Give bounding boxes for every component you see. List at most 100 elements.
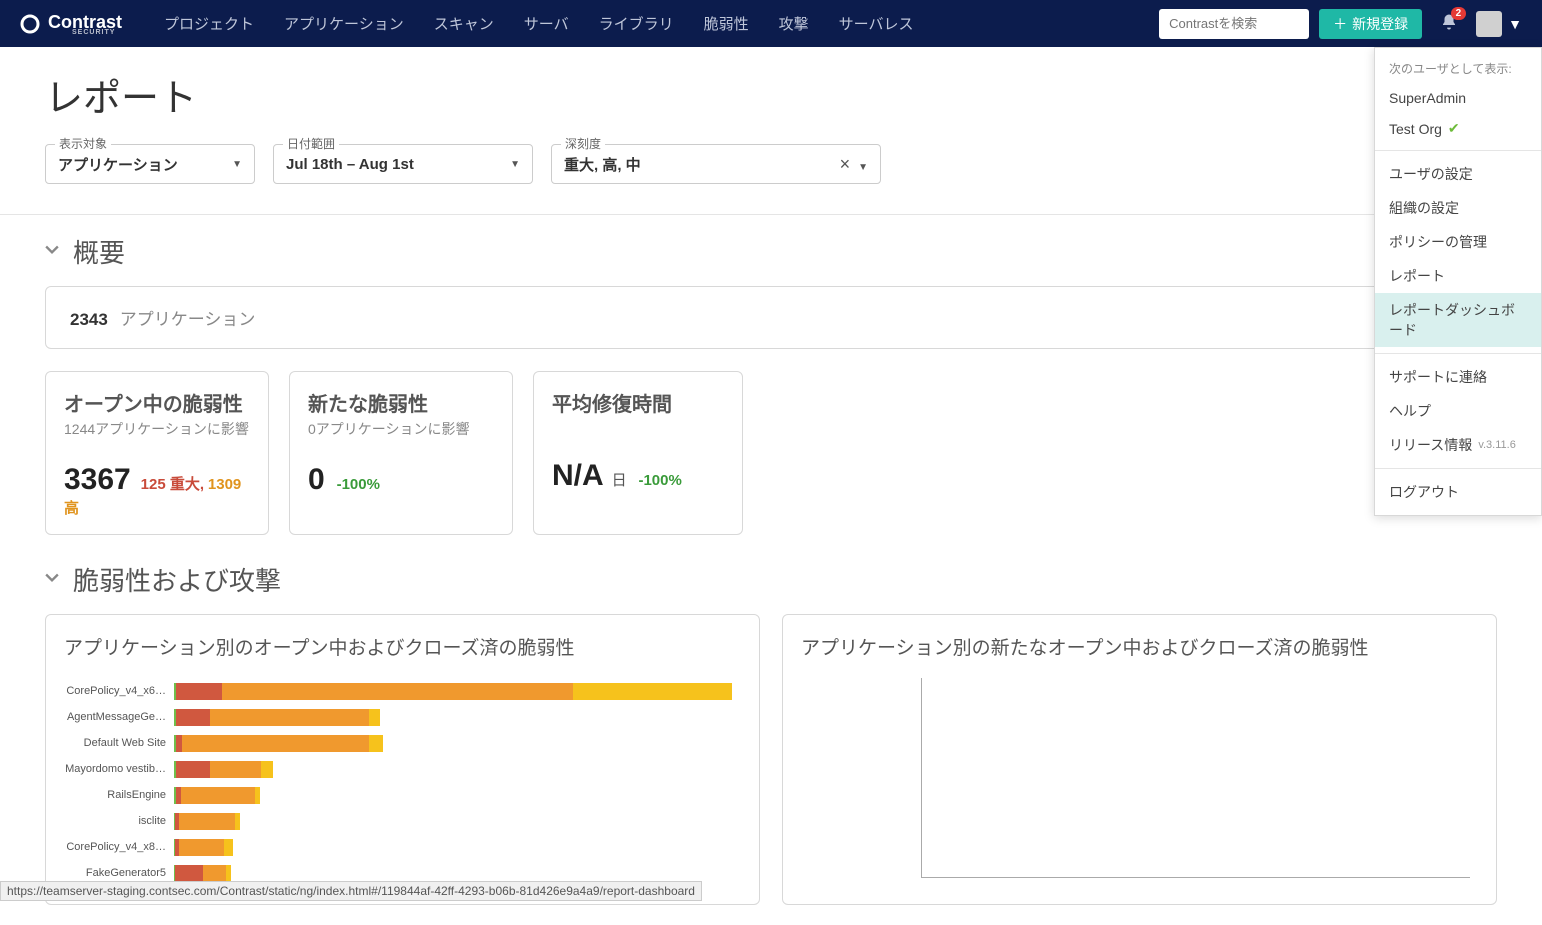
check-icon: ✔ <box>1448 120 1460 137</box>
bar-row: Default Web Site <box>64 730 741 756</box>
card-open-vulns: オープン中の脆弱性 1244アプリケーションに影響 3367 125 重大, 1… <box>45 371 269 535</box>
bar-segment <box>182 735 369 752</box>
card-mttr-big: N/A <box>552 459 604 492</box>
bar-segment <box>176 761 210 778</box>
section-vulns-head: 脆弱性および攻撃 <box>45 561 1497 598</box>
bar-segment <box>573 683 732 700</box>
nav-attacks[interactable]: 攻撃 <box>767 5 821 42</box>
bar-segment <box>179 839 224 856</box>
chart2-empty <box>921 678 1470 878</box>
section-overview-title: 概要 <box>73 233 125 270</box>
bar-label: Default Web Site <box>64 737 174 749</box>
bar-track <box>174 813 741 830</box>
card-open-title: オープン中の脆弱性 <box>64 388 250 417</box>
filter-severity: 深刻度 重大, 高, 中 ×▼ <box>551 144 881 184</box>
search-input[interactable] <box>1159 9 1309 39</box>
bar-row: isclite <box>64 808 741 834</box>
dd-help[interactable]: ヘルプ <box>1375 394 1541 428</box>
page-content: 概要 2343 アプリケーション オープン中の脆弱性 1244アプリケーションに… <box>0 233 1542 925</box>
logo-icon <box>20 14 40 34</box>
filters: 表示対象 アプリケーション ▼ 日付範囲 Jul 18th – Aug 1st … <box>45 144 1497 184</box>
nav-scan[interactable]: スキャン <box>422 5 506 42</box>
chevron-down-icon <box>45 571 59 585</box>
bar-label: AgentMessageGe… <box>64 711 174 723</box>
bar-track <box>174 683 741 700</box>
dd-reports[interactable]: レポート <box>1375 259 1541 293</box>
collapse-toggle[interactable] <box>45 571 59 588</box>
dd-logout[interactable]: ログアウト <box>1375 475 1541 509</box>
new-button[interactable]: ＋新規登録 <box>1319 9 1422 39</box>
bar-segment <box>255 787 261 804</box>
dd-release[interactable]: リリース情報v.3.11.6 <box>1375 428 1541 462</box>
dd-release-label: リリース情報 <box>1389 435 1472 455</box>
card-mttr-pct: -100% <box>638 472 681 489</box>
nav-libraries[interactable]: ライブラリ <box>587 5 686 42</box>
filter-range-value: Jul 18th – Aug 1st <box>286 156 414 173</box>
card-mttr-day: 日 <box>612 472 627 489</box>
bar-row: AgentMessageGe… <box>64 704 741 730</box>
section-vulns-title: 脆弱性および攻撃 <box>73 561 281 598</box>
chart1-title: アプリケーション別のオープン中およびクローズ済の脆弱性 <box>64 633 741 660</box>
bar-segment <box>235 813 240 830</box>
bar-segment <box>226 865 231 882</box>
bar-row: CorePolicy_v4_x6… <box>64 678 741 704</box>
chevron-down-icon: ▼ <box>232 159 242 170</box>
card-open-crit: 125 重大, <box>141 476 204 493</box>
bar-segment <box>179 813 236 830</box>
section-overview-head: 概要 <box>45 233 1497 270</box>
collapse-toggle[interactable] <box>45 243 59 260</box>
bar-label: CorePolicy_v4_x8… <box>64 841 174 853</box>
card-new-vulns: 新たな脆弱性 0アプリケーションに影響 0 -100% <box>289 371 513 535</box>
card-mttr-title: 平均修復時間 <box>552 388 724 417</box>
nav-servers[interactable]: サーバ <box>512 5 581 42</box>
notifications-button[interactable]: 2 <box>1440 13 1458 34</box>
main-nav: プロジェクト アプリケーション スキャン サーバ ライブラリ 脆弱性 攻撃 サー… <box>152 5 926 42</box>
dd-support[interactable]: サポートに連絡 <box>1375 360 1541 394</box>
avatar[interactable] <box>1476 11 1502 37</box>
bar-track <box>174 787 741 804</box>
brand-logo[interactable]: Contrast SECURITY <box>20 12 122 36</box>
stat-cards: オープン中の脆弱性 1244アプリケーションに影響 3367 125 重大, 1… <box>45 371 1497 535</box>
status-bar-url: https://teamserver-staging.contsec.com/C… <box>0 881 702 901</box>
filter-severity-label: 深刻度 <box>561 135 605 152</box>
chart-new-open-closed: アプリケーション別の新たなオープン中およびクローズ済の脆弱性 <box>782 614 1497 905</box>
dd-superadmin[interactable]: SuperAdmin <box>1375 83 1541 113</box>
dd-policy[interactable]: ポリシーの管理 <box>1375 225 1541 259</box>
card-mttr-sub <box>552 419 724 435</box>
dd-org-settings[interactable]: 組織の設定 <box>1375 191 1541 225</box>
bar-track <box>174 839 741 856</box>
bar-segment <box>222 683 574 700</box>
bar-segment <box>210 709 369 726</box>
clear-icon[interactable]: × <box>840 154 851 174</box>
app-count-label: アプリケーション <box>120 310 256 329</box>
bar-label: isclite <box>64 815 174 827</box>
nav-vulns[interactable]: 脆弱性 <box>692 5 761 42</box>
chevron-down-icon: ▼ <box>858 162 868 173</box>
dd-report-dashboard[interactable]: レポートダッシュボード <box>1375 293 1541 347</box>
bar-segment <box>181 787 255 804</box>
nav-projects[interactable]: プロジェクト <box>152 5 266 42</box>
dd-viewing-as: 次のユーザとして表示: <box>1375 54 1541 83</box>
chart2-title: アプリケーション別の新たなオープン中およびクローズ済の脆弱性 <box>801 633 1478 660</box>
bar-segment <box>369 735 383 752</box>
charts-row: アプリケーション別のオープン中およびクローズ済の脆弱性 CorePolicy_v… <box>45 614 1497 905</box>
nav-serverless[interactable]: サーバレス <box>827 5 926 42</box>
user-menu-toggle[interactable]: ▼ <box>1508 16 1522 32</box>
chart-open-closed: アプリケーション別のオープン中およびクローズ済の脆弱性 CorePolicy_v… <box>45 614 760 905</box>
nav-applications[interactable]: アプリケーション <box>272 5 416 42</box>
filter-target: 表示対象 アプリケーション ▼ <box>45 144 255 184</box>
card-open-sub: 1244アプリケーションに影響 <box>64 419 250 439</box>
card-new-pct: -100% <box>337 476 380 493</box>
bar-track <box>174 735 741 752</box>
topbar: Contrast SECURITY プロジェクト アプリケーション スキャン サ… <box>0 0 1542 47</box>
bar-segment <box>210 761 261 778</box>
dd-org[interactable]: Test Org ✔ <box>1375 113 1541 144</box>
bar-segment <box>176 683 221 700</box>
notif-badge: 2 <box>1451 7 1467 20</box>
bar-row: Mayordomo vestib… <box>64 756 741 782</box>
bar-segment <box>369 709 380 726</box>
dd-org-label: Test Org <box>1389 121 1442 137</box>
brand-sub: SECURITY <box>72 29 122 36</box>
dd-user-settings[interactable]: ユーザの設定 <box>1375 157 1541 191</box>
bar-segment <box>261 761 272 778</box>
